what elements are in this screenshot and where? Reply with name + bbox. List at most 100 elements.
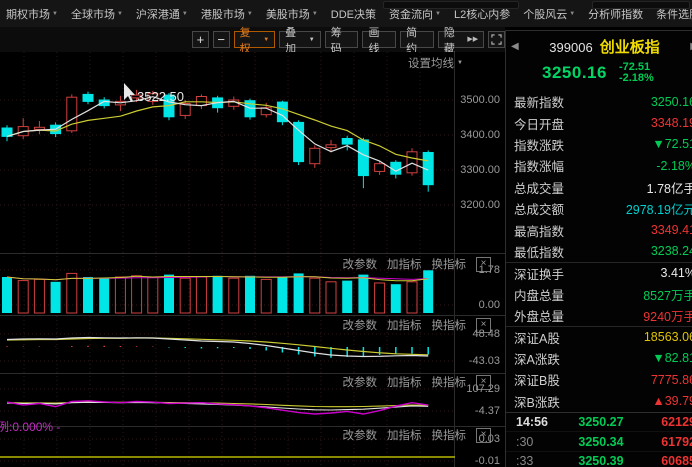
indicator-toolbar: 改参数加指标换指标× — [343, 427, 492, 443]
quote-header: ◀ 399006 创业板指 ▶ — [506, 31, 692, 59]
menu-item[interactable]: 个股风云▼ — [523, 6, 575, 22]
zoom-in-button[interactable]: + — [192, 31, 209, 48]
axis-tick-label: -4.37 — [475, 405, 500, 417]
tick-time: :33 — [506, 454, 556, 467]
quote-row-value: 2978.19亿元 — [626, 199, 692, 218]
axis-tick-label: 0.00 — [479, 299, 500, 311]
indicator-button[interactable]: 加指标 — [387, 317, 422, 333]
caret-down-icon: ▼ — [117, 11, 123, 17]
quote-row-value: 1.78亿手 — [647, 178, 692, 197]
quote-row-label: 今日开盘 — [514, 114, 564, 133]
indicator-button[interactable]: 加指标 — [387, 427, 422, 443]
quote-row-value: 3238.24 — [651, 244, 692, 258]
quote-row-value: ▼82.81 — [652, 351, 692, 365]
tick-time: 14:56 — [506, 415, 556, 429]
indicator-button[interactable]: 改参数 — [343, 317, 378, 333]
axis-tick-label: 48.48 — [472, 328, 500, 340]
quote-row-label: 深证B股 — [514, 370, 560, 389]
ma-settings-button[interactable]: 设置均线 ▼ — [408, 55, 463, 71]
quote-row-value: 3.41% — [661, 266, 692, 280]
axis-tick-label: -43.03 — [469, 355, 500, 367]
caret-down-icon: ▼ — [309, 37, 315, 43]
quote-row-label: 深A涨跌 — [514, 349, 560, 368]
axis-tick-label: -0.01 — [475, 455, 500, 467]
tick-list: 14:563250.2762129:303250.3461792:333250.… — [506, 412, 692, 467]
quote-row-label: 深B涨跌 — [514, 392, 560, 411]
menu-item[interactable]: DDE决策 — [331, 6, 376, 22]
menu-item-label: 美股市场 — [266, 6, 310, 22]
indicator-button[interactable]: 换指标 — [432, 427, 467, 443]
menu-item[interactable]: 全球市场▼ — [71, 6, 123, 22]
quote-row: 最高指数3349.41 — [506, 219, 692, 240]
quote-row: 最新指数3250.16 — [506, 91, 692, 112]
quote-title: 399006 创业板指 — [549, 36, 659, 57]
overlay-button[interactable]: 叠加 ▼ — [279, 31, 321, 48]
volume-bars-layer — [2, 270, 433, 313]
caret-down-icon: ▼ — [52, 11, 58, 17]
window-tab-remnant — [383, 1, 519, 9]
quote-row-label: 总成交额 — [514, 199, 564, 218]
quote-row: 深证A股 18563.06 — [506, 326, 692, 347]
last-price: 3250.16 — [542, 63, 607, 83]
stock-code: 399006 — [549, 40, 592, 55]
quote-row: 最低指数 3238.24 — [506, 241, 692, 262]
caret-down-icon: ▼ — [312, 11, 318, 17]
fullscreen-button[interactable] — [488, 31, 505, 48]
simple-mode-button[interactable]: 简约 — [400, 31, 434, 48]
menu-item[interactable]: 沪深港通▼ — [136, 6, 188, 22]
indicator-button[interactable]: 改参数 — [343, 256, 378, 272]
indicator-button[interactable]: 换指标 — [432, 374, 467, 390]
menu-item-label: 港股市场 — [201, 6, 245, 22]
ma-settings-label: 设置均线 — [408, 55, 454, 71]
trading-terminal-window: 期权市场▼全球市场▼沪深港通▼港股市场▼美股市场▼DDE决策资金流向▼L2核心内… — [0, 0, 692, 467]
menu-item-label: DDE决策 — [331, 6, 376, 22]
indicator-button[interactable]: 换指标 — [432, 256, 467, 272]
menu-item-label: 个股风云 — [523, 6, 567, 22]
quote-row: 总成交额 2978.19亿元 — [506, 198, 692, 219]
menu-item[interactable]: 美股市场▼ — [266, 6, 318, 22]
indicator-button[interactable]: 改参数 — [343, 427, 378, 443]
macd-layer — [7, 338, 428, 358]
tick-row: :303250.3461792 — [506, 432, 692, 451]
axis-tick-label: 3200.00 — [460, 199, 500, 211]
quote-price-row: 3250.16 -72.51 -2.18% — [506, 59, 692, 87]
quote-row-label: 深证A股 — [514, 328, 560, 347]
caret-down-icon: ▼ — [247, 11, 253, 17]
prev-stock-arrow[interactable]: ◀ — [511, 41, 519, 52]
quote-row-value: ▼72.51 — [652, 137, 692, 151]
quote-row: 今日开盘 3348.19 — [506, 112, 692, 133]
draw-line-button[interactable]: 画线 — [362, 31, 396, 48]
quote-row-label: 指数涨跌 — [514, 135, 564, 154]
candlestick-layer — [2, 90, 433, 192]
axis-tick-label: 1.78 — [479, 264, 500, 276]
tick-price: 3250.34 — [556, 435, 646, 449]
quote-row-label: 指数涨幅 — [514, 156, 564, 175]
quote-row: 外盘总量9240万手 — [506, 305, 692, 326]
change-percent: -2.18% — [619, 73, 654, 84]
tick-time: :30 — [506, 435, 556, 449]
hide-button[interactable]: 隐藏 ▶▶ — [438, 31, 484, 48]
quote-row-value: 3250.16 — [651, 95, 692, 109]
axis-tick-label: 3500.00 — [460, 94, 500, 106]
quote-row-value: 3348.19 — [651, 116, 692, 130]
quote-row-label: 最低指数 — [514, 242, 564, 261]
quote-row-value: -2.18% — [656, 159, 692, 173]
indicator3-layer — [7, 401, 428, 414]
tick-price: 3250.27 — [556, 415, 646, 429]
indicator-button[interactable]: 加指标 — [387, 374, 422, 390]
tick-row: :333250.3960685 — [506, 452, 692, 467]
indicator-button[interactable]: 改参数 — [343, 374, 378, 390]
caret-down-icon: ▼ — [435, 11, 441, 17]
quote-row: 深证B股7775.86 — [506, 369, 692, 390]
menu-item[interactable]: 期权市场▼ — [6, 6, 58, 22]
chart-panels[interactable]: 设置均线 ▼ 3522.50 例:0.000% - 改参数加指标换指标×改参数加… — [0, 52, 505, 467]
indicator-button[interactable]: 换指标 — [432, 317, 467, 333]
zoom-out-button[interactable]: − — [213, 31, 230, 48]
chips-button[interactable]: 筹码 — [325, 31, 359, 48]
indicator-button[interactable]: 加指标 — [387, 256, 422, 272]
quote-rows: 最新指数3250.16 今日开盘 3348.19 指数涨跌 ▼72.51 指数涨幅 -2.1… — [506, 91, 692, 412]
axis-tick-label: 107.29 — [466, 383, 500, 395]
fuquan-button[interactable]: 复权 ▼ — [234, 31, 276, 48]
quote-row-value: 18563.06 — [644, 330, 692, 344]
menu-item[interactable]: 港股市场▼ — [201, 6, 253, 22]
